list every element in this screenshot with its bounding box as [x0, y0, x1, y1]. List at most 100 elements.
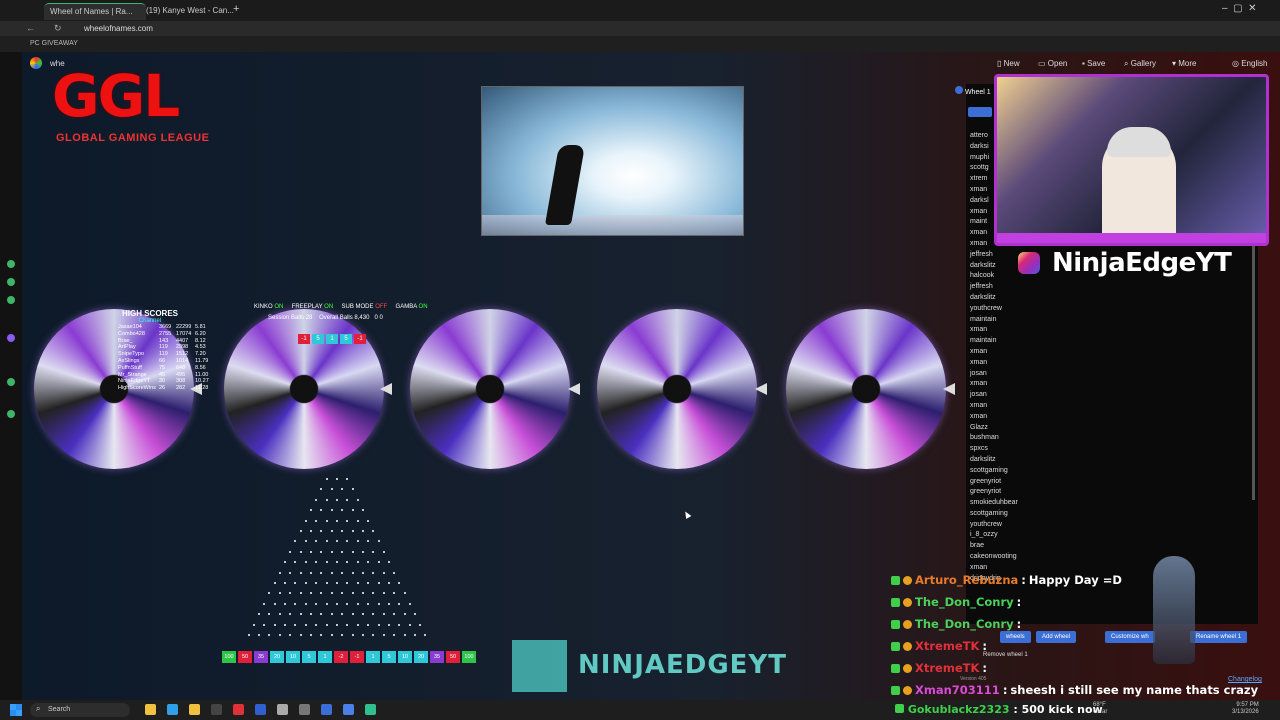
ggl-logo: GGL — [52, 62, 180, 130]
chat-username[interactable]: Xman703111 — [915, 679, 1000, 701]
plinko-peg — [310, 550, 312, 553]
plinko-peg — [336, 498, 338, 501]
entry-item[interactable]: cakeonwooting — [970, 552, 1042, 563]
entry-item[interactable]: greenyriot — [970, 477, 1042, 488]
tab-wheel-of-names[interactable]: Wheel of Names | Ra... — [44, 3, 146, 20]
plinko-peg — [408, 623, 411, 626]
menu-new[interactable]: ▯ New — [997, 59, 1020, 68]
menu-label: More — [1178, 59, 1197, 68]
plinko-bin: -2 — [334, 651, 348, 663]
vscode-icon[interactable] — [255, 704, 266, 715]
rail-icon[interactable] — [7, 296, 15, 304]
url-field[interactable]: wheelofnames.com — [84, 24, 153, 33]
entry-item[interactable]: spxcs — [970, 444, 1042, 455]
menu-more[interactable]: ▾ More — [1172, 59, 1196, 68]
taskbar-search[interactable]: ⌕ Search — [30, 703, 130, 717]
entry-item[interactable]: xman — [970, 412, 1042, 423]
video-ground — [482, 215, 743, 235]
plinko-bin: 5 — [382, 651, 396, 663]
reload-icon[interactable]: ↻ — [54, 23, 62, 34]
entry-item[interactable]: scottgaming — [970, 466, 1042, 477]
entry-item[interactable]: brae — [970, 541, 1042, 552]
entry-item[interactable]: maintain — [970, 336, 1042, 347]
entry-item[interactable]: xman — [970, 325, 1042, 336]
bookmark-pc-giveaway[interactable]: PC GIVEAWAY — [30, 40, 78, 47]
rail-icon[interactable] — [7, 260, 15, 268]
plinko-peg — [299, 550, 302, 553]
rail-icon[interactable] — [7, 378, 15, 386]
entry-item[interactable]: josan — [970, 390, 1042, 401]
chat-username[interactable]: XtremeTK — [915, 657, 979, 679]
new-tab-button[interactable]: + — [233, 3, 239, 15]
entry-item[interactable]: xman — [970, 347, 1042, 358]
wheel-3[interactable] — [410, 309, 570, 469]
entry-item[interactable]: scottgaming — [970, 509, 1042, 520]
back-icon[interactable]: ← — [26, 23, 35, 33]
wheel-5[interactable] — [786, 309, 946, 469]
chat-username[interactable]: The_Don_Conry — [915, 591, 1014, 613]
entry-item[interactable]: Glazz — [970, 423, 1042, 434]
edge-icon[interactable] — [167, 704, 178, 715]
entry-item[interactable]: youthcrew — [970, 304, 1042, 315]
menu-gallery[interactable]: ⌕ Gallery — [1124, 59, 1156, 69]
chat-username[interactable]: Arturo_Rebuzna — [915, 569, 1018, 591]
rail-icon[interactable] — [7, 278, 15, 286]
steam-icon[interactable] — [299, 704, 310, 715]
entry-item[interactable]: darkslitz — [970, 293, 1042, 304]
high-score-row: Jasae104 3669 22299 5.81 — [118, 324, 224, 331]
chrome-icon[interactable] — [343, 704, 354, 715]
plinko-bin: 1 — [366, 651, 380, 663]
plinko-peg — [382, 571, 385, 574]
menu-save[interactable]: ▪ Save — [1082, 59, 1105, 68]
high-score-cell: 45 — [159, 371, 166, 378]
app-toolbar: whe ▯ New ▭ Open ▪ Save ⌕ Gallery ▾ More… — [22, 56, 1280, 73]
high-score-cell: 8.56 — [195, 364, 206, 371]
wheel-tab[interactable]: Wheel 1 — [955, 86, 991, 96]
app-icon[interactable] — [365, 704, 376, 715]
menu-open[interactable]: ▭ Open — [1038, 59, 1067, 68]
app-icon[interactable] — [321, 704, 332, 715]
chat-text: sheesh i still see my name thats crazy — [1010, 683, 1259, 697]
rail-icon[interactable] — [7, 334, 15, 342]
entry-item[interactable]: xman — [970, 358, 1042, 369]
extra-counter: 0 0 — [374, 315, 383, 321]
plinko-peg — [284, 582, 286, 584]
plinko-peg — [299, 613, 302, 616]
rail-icon[interactable] — [7, 410, 15, 418]
entry-item[interactable]: darkslitz — [970, 455, 1042, 466]
wheel-2[interactable] — [224, 309, 384, 469]
high-score-row: SnipeTypo 119 1512 7.20 — [118, 351, 224, 358]
start-icon[interactable] — [10, 704, 22, 716]
chat-username[interactable]: XtremeTK — [915, 635, 979, 657]
wheel-4[interactable] — [597, 309, 757, 469]
file-explorer-icon[interactable] — [145, 704, 156, 715]
weather-widget[interactable]: 68°F Clear — [1093, 702, 1107, 716]
entry-item[interactable]: xman — [970, 401, 1042, 412]
entry-item[interactable]: bushman — [970, 433, 1042, 444]
clock[interactable]: 9:57 PM 3/13/2026 — [1232, 702, 1259, 716]
mode-gamba: GAMBA ON — [395, 304, 428, 310]
address-bar: ← ↻ wheelofnames.com — [0, 21, 1280, 36]
app-icon[interactable] — [233, 704, 244, 715]
window-controls[interactable]: – ▢ ✕ — [1222, 3, 1257, 14]
chat-username[interactable]: The_Don_Conry — [915, 613, 1014, 635]
sub-badge-icon — [903, 663, 912, 673]
plinko-peg — [299, 634, 302, 636]
chat-message: Xman703111 : sheesh i still see my name … — [891, 679, 1258, 701]
menu-language[interactable]: ◎ English — [1232, 59, 1267, 68]
kick-badge-icon — [891, 597, 900, 607]
entry-item[interactable]: maintain — [970, 315, 1042, 326]
entry-item[interactable]: greenyriot — [970, 487, 1042, 498]
shuffle-button[interactable] — [968, 107, 992, 117]
entry-item[interactable]: smokieduhbear — [970, 498, 1042, 509]
tab-kanye-west[interactable]: (19) Kanye West - Can... — [140, 3, 242, 19]
menu-label: Gallery — [1130, 59, 1157, 68]
obs-icon[interactable] — [211, 704, 222, 715]
entry-item[interactable]: jeffresh — [970, 282, 1042, 293]
app-icon[interactable] — [277, 704, 288, 715]
entry-item[interactable]: i_8_ozzy — [970, 530, 1042, 541]
entry-item[interactable]: xman — [970, 379, 1042, 390]
folder-icon[interactable] — [189, 704, 200, 715]
entry-item[interactable]: josan — [970, 369, 1042, 380]
entry-item[interactable]: youthcrew — [970, 520, 1042, 531]
